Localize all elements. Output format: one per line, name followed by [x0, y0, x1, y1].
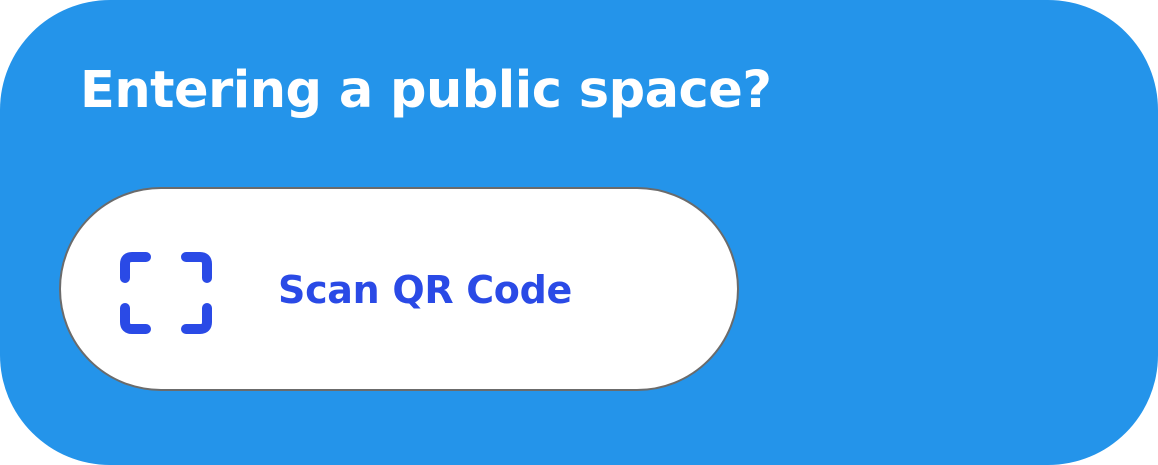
scan-qr-code-button[interactable]: Scan QR Code — [59, 187, 739, 391]
public-space-card: Entering a public space? Scan QR Code — [0, 0, 1158, 465]
scan-qr-code-label: Scan QR Code — [278, 268, 572, 312]
qr-scan-frame-icon — [120, 252, 212, 334]
card-title: Entering a public space? — [80, 61, 772, 120]
